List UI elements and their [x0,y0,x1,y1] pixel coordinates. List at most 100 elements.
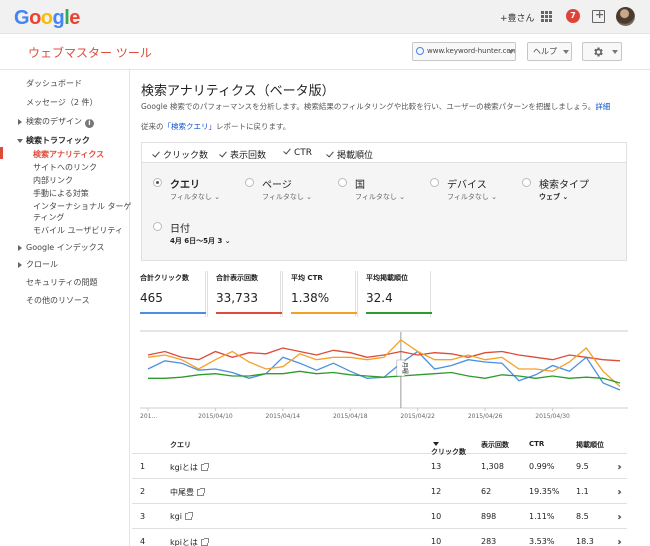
external-link-icon[interactable] [184,512,193,520]
header-clicks[interactable]: クリック数 [431,440,466,456]
sidebar: ダッシュボード メッセージ（2 件） 検索のデザイン i 検索トラフィック 検索ア… [0,70,132,546]
row-position-text: 18.3 [576,537,594,546]
row-number: 3 [140,512,145,521]
help-label: ヘルプ [533,47,557,56]
row-expand-chevron-icon[interactable]: ›› [617,487,622,498]
metric-total-impressions[interactable]: 合計表示回数 33,733 [207,271,282,317]
table-row[interactable]: 3 kgi 10 898 1.11% 8.5 ›› [132,504,627,529]
row-clicks-text: 13 [431,462,442,471]
series-line-3[interactable] [148,370,621,384]
row-query-text: kpiとは [170,538,198,546]
notifications-badge[interactable]: 7 [566,9,580,23]
filter-dropdown[interactable]: フィルタなし ⌄ [262,192,312,202]
sort-down-icon [433,442,439,446]
row-query[interactable]: kgiとは [170,462,209,473]
globe-icon [416,47,424,55]
row-query[interactable]: 中尾豊 [170,487,205,498]
filter-dropdown[interactable]: フィルタなし ⌄ [170,192,220,202]
row-clicks-text: 12 [431,487,442,496]
x-tick-label: 2015/04/14 [266,413,301,420]
sidebar-item-crawl[interactable]: クロール [0,259,130,270]
sidebar-item-security-issues[interactable]: セキュリティの問題 [0,277,130,288]
sidebar-item-google-index[interactable]: Google インデックス [0,242,130,253]
row-expand-chevron-icon[interactable]: ›› [617,537,622,546]
sidebar-item-messages[interactable]: メッセージ（2 件） [0,97,130,108]
metric-average-ctr[interactable]: 平均 CTR 1.38% [282,271,357,317]
metric-average-position[interactable]: 平均掲載順位 32.4 [357,271,432,317]
table-row[interactable]: 4 kpiとは 10 283 3.53% 18.3 ›› [132,529,627,546]
filter-dropdown[interactable]: フィルタなし ⌄ [447,192,497,202]
filter-dropdown[interactable]: フィルタなし ⌄ [355,192,405,202]
apps-grid-icon[interactable] [541,11,552,22]
checkbox-ctr[interactable]: CTR [283,148,312,158]
row-expand-chevron-icon[interactable]: ›› [617,462,622,473]
row-query[interactable]: kgi [170,512,193,521]
sidebar-item-dashboard[interactable]: ダッシュボード [0,78,130,89]
sidebar-item-mobile-usability[interactable]: モバイル ユーザビリティ [0,225,130,236]
sidebar-item-internal-links[interactable]: 内部リンク [0,175,130,186]
radio[interactable] [245,178,254,187]
radio[interactable] [522,178,531,187]
sidebar-item-other-resources[interactable]: その他のリソース [0,295,130,306]
series-line-2[interactable] [147,338,621,387]
radio[interactable] [338,178,347,187]
settings-button[interactable] [582,42,622,61]
row-query[interactable]: kpiとは [170,537,209,546]
sidebar-item-manual-actions[interactable]: 手動による対策 [0,188,130,199]
header-impressions[interactable]: 表示回数 [481,440,509,450]
product-title[interactable]: ウェブマスター ツール [28,44,152,61]
row-position: 1.1 [576,487,589,496]
sidebar-item-links-to-site[interactable]: サイトへのリンク [0,162,130,173]
checkbox-clicks[interactable]: クリック数 [152,148,208,161]
metric-total-clicks[interactable]: 合計クリック数 465 [132,271,206,317]
checkbox-label: クリック数 [163,151,209,161]
external-link-icon[interactable] [200,538,209,546]
header-query[interactable]: クエリ [170,440,191,450]
search-queries-link[interactable]: 「検索クエリ」 [164,122,217,131]
help-button[interactable]: ヘルプ [527,42,572,61]
site-selector[interactable]: www.keyword-hunter.com [412,42,516,61]
filter-dropdown[interactable]: 4月 6日～5月 3 ⌄ [170,236,231,246]
metric-label: 合計クリック数 [140,274,189,282]
header-ctr[interactable]: CTR [529,440,544,448]
info-icon[interactable]: i [85,119,94,128]
hover-label: 月曜 [401,362,408,374]
sidebar-item-search-analytics[interactable]: 検索アナリティクス [0,147,130,160]
row-query-text: kgi [170,512,182,521]
avatar[interactable] [616,7,635,26]
radio-selected[interactable] [153,178,162,187]
external-link-icon[interactable] [197,488,205,496]
performance-chart[interactable]: 月曜 201... 2015/04/10 2015/04/14 2015/04/18 20… [140,330,628,425]
x-tick-label: 2015/04/30 [535,413,570,420]
sidebar-item-search-traffic[interactable]: 検索トラフィック [0,135,130,146]
x-tick-label: 201... [140,413,157,420]
sidebar-item-international-targeting[interactable]: インターナショナル ターゲ [0,201,132,212]
details-link[interactable]: 詳細 [595,102,610,111]
checkbox-impressions[interactable]: 表示回数 [219,148,266,161]
checkbox-label: 表示回数 [230,151,267,161]
share-plus-icon[interactable] [592,8,605,23]
user-profile-link[interactable]: +豊さん [500,11,535,24]
series-line-1[interactable] [147,347,621,362]
x-tick-label: 2015/04/10 [198,413,233,420]
query-table: クエリ クリック数 表示回数 CTR 掲載順位 1 kgiとは 13 1,308 0.9… [132,433,627,546]
radio[interactable] [430,178,439,187]
radio[interactable] [153,222,162,231]
table-row[interactable]: 1 kgiとは 13 1,308 0.99% 9.5 ›› [132,454,627,479]
sidebar-item-international-targeting-cont[interactable]: ティング [0,212,130,223]
filter-value: フィルタなし [447,193,489,201]
description-text: Google 検索でのパフォーマンスを分析します。検索結果のフィルタリングや比較… [141,102,596,111]
table-row[interactable]: 2 中尾豊 12 62 19.35% 1.1 ›› [132,479,627,504]
sidebar-item-search-appearance[interactable]: 検索のデザイン i [0,116,130,128]
checkbox-position[interactable]: 掲載順位 [326,148,373,161]
row-expand-chevron-icon[interactable]: ›› [617,512,622,523]
row-position: 18.3 [576,537,594,546]
external-link-icon[interactable] [200,463,209,471]
back-suffix: レポートに戻ります。 [216,122,291,131]
google-logo[interactable]: Google [14,7,80,30]
header-position[interactable]: 掲載順位 [576,440,604,450]
line-chart[interactable]: 月曜 201... 2015/04/10 2015/04/14 2015/04/18 20… [140,330,628,425]
check-icon [326,151,334,159]
row-impressions-text: 1,308 [481,462,504,471]
filter-dropdown[interactable]: ウェブ ⌄ [539,192,568,202]
